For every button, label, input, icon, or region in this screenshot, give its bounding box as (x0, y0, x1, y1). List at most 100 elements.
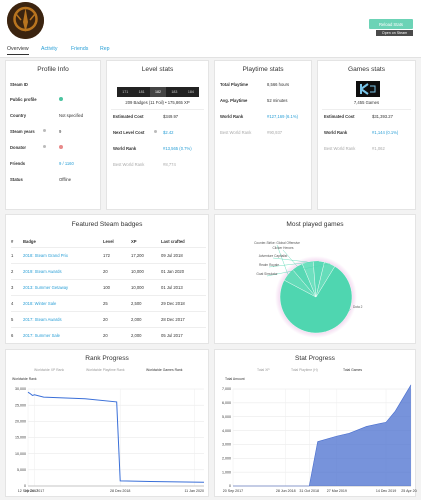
y-tick-label: 2,000 (222, 456, 231, 460)
x-tick-label: 28 Jun 2018 (276, 489, 296, 493)
current-level-item: 182 (149, 87, 167, 97)
cell: 6 (11, 326, 23, 343)
estimated-cost-value: $31,393.27 (372, 114, 393, 119)
cell: 2,500 (131, 294, 161, 311)
cell: 28 Dec 2017 (161, 310, 206, 327)
world-rank-label: World Rank (220, 114, 244, 119)
badge-link[interactable]: 2013: Summer Getaway (23, 278, 103, 295)
games-stats-card: Games stats 7,455 Games Estimated Cost $… (317, 60, 416, 210)
y-tick-label: 3,000 (222, 443, 231, 447)
level-item: 171 (122, 90, 129, 94)
status-value: Offline (59, 177, 72, 182)
best-world-rank-value: #90,937 (267, 130, 283, 135)
next-level-cost-value[interactable]: $2.42 (163, 130, 173, 135)
column-header: Last crafted (161, 238, 185, 244)
best-world-rank-label: Best World Rank (324, 146, 356, 151)
stat-progress-card: Stat Progress Total XP Total Playtime (H… (214, 349, 417, 497)
card-title: Featured Steam badges (71, 221, 143, 228)
x-tick-label: 25 Apr 2020 (401, 489, 417, 493)
best-world-rank-label: Best World Rank (113, 162, 145, 167)
estimated-cost-label: Estimated Cost (324, 114, 355, 119)
y-tick-label: 4,000 (222, 429, 231, 433)
reload-stats-button[interactable]: Reload Stats (369, 19, 413, 29)
badge-link[interactable]: 2017: Steam Awards (23, 310, 103, 327)
cell: 09 Jul 2018 (161, 246, 206, 263)
cell: 01 Jul 2013 (161, 278, 206, 295)
cell: 20 (103, 310, 131, 327)
estimated-cost-label: Estimated Cost (113, 114, 144, 119)
games-logo-icon (356, 81, 380, 97)
world-rank-value[interactable]: #13,565 (0.7%) (163, 146, 192, 151)
playtime-stats-card: Playtime stats Total Playtime 8,566 hour… (214, 60, 312, 210)
steam-id-label: Steam ID (10, 82, 28, 87)
pie-slice-label: Goat Simulator (256, 272, 278, 276)
table-row: 6 2017: Summer Sale 20 2,000 05 Jul 2017 (11, 326, 206, 343)
friends-label: Friends (10, 161, 26, 166)
cell: 2,000 (131, 326, 161, 343)
x-tick-label: 28 Dec 2018 (110, 489, 130, 493)
level-item: 181 (138, 90, 145, 94)
country-label: Country (10, 113, 27, 118)
tab-overview[interactable]: Overview (7, 46, 29, 55)
badge-link[interactable]: 2019: Steam Awards (23, 262, 103, 279)
cell: 01 Jan 2020 (161, 262, 206, 279)
estimated-cost-value: $349.97 (163, 114, 179, 119)
cell: 3 (11, 278, 23, 295)
level-item: 184 (187, 90, 194, 94)
friends-value[interactable]: 9 / 1160 (59, 161, 74, 166)
games-count: 7,455 Games (353, 100, 380, 105)
table-row: 2 2019: Steam Awards 20 10,000 01 Jan 20… (11, 262, 206, 279)
badge-link[interactable]: 2017: Summer Sale (23, 326, 103, 343)
avatar (7, 2, 44, 39)
y-tick-label: 30,000 (15, 387, 26, 391)
world-rank-value[interactable]: #1,144 (0.1%) (372, 130, 398, 135)
steam-years-label: Steam years (10, 129, 35, 134)
divider (322, 109, 411, 110)
badges-xp-line: 209 Badges (11 Foil) • 175,865 XP (125, 100, 190, 105)
games-logo (356, 81, 380, 97)
total-playtime-value: 8,566 hours (267, 82, 290, 87)
quake-logo-icon (7, 2, 44, 39)
series-area (233, 384, 411, 486)
donator-label: Donator (10, 145, 27, 150)
card-title: Playtime stats (242, 66, 284, 73)
badge-link[interactable]: 2018: Winter Sale (23, 294, 103, 311)
table-row: 4 2018: Winter Sale 25 2,500 29 Dec 2018 (11, 294, 206, 311)
y-tick-label: 0 (229, 484, 231, 488)
profile-header (0, 0, 421, 44)
total-playtime-label: Total Playtime (220, 82, 249, 87)
y-tick-label: 0 (24, 484, 26, 488)
tab-activity[interactable]: Activity (41, 46, 57, 52)
most-played-pie-chart: Dota 2 Counter-Strike: Global OffensiveCl… (254, 241, 363, 338)
cell: 5 (11, 310, 23, 327)
badge-link[interactable]: 2018: Steam Grand Prix (23, 246, 103, 263)
x-tick-label: 27 Mar 2019 (327, 489, 347, 493)
rank-progress-card: Rank Progress Worldwide XP Rank Worldwid… (5, 349, 209, 497)
most-played-card: Most played games Dota 2 Counter-Strike: … (214, 214, 416, 344)
y-tick-label: 25,000 (15, 403, 26, 407)
cell: 10,000 (131, 278, 161, 295)
column-header: Badge (23, 238, 36, 244)
world-rank-label: World Rank (324, 130, 348, 135)
cell: 05 Jul 2017 (161, 326, 206, 343)
profile-info-card: Profile Info Steam ID Public profile Cou… (5, 60, 101, 210)
world-rank-value[interactable]: #127,169 (6.1%) (267, 114, 298, 119)
table-row: 3 2013: Summer Getaway 100 10,000 01 Jul… (11, 278, 206, 295)
cell: 1 (11, 246, 23, 263)
avg-playtime-label: Avg. Playtime (220, 98, 248, 103)
stat-area-chart: 0 1,000 2,000 3,000 4,000 5,000 6,000 7,000 20 S… (222, 384, 417, 493)
best-world-rank-value: #8,774 (163, 162, 176, 167)
card-title: Profile Info (37, 66, 69, 73)
open-on-steam-button[interactable]: Open on Steam (376, 30, 413, 36)
y-tick-label: 5,000 (17, 468, 26, 472)
pie-slice-label: Dota 2 (353, 305, 363, 309)
tab-friends[interactable]: Friends (71, 46, 88, 52)
table-row: 5 2017: Steam Awards 20 2,000 28 Dec 201… (11, 310, 206, 327)
x-tick-label: 15 Oct 2017 (25, 489, 45, 493)
rank-line-chart: 05,00010,00015,00020,00025,00030,00012 S… (15, 387, 205, 493)
tab-rep[interactable]: Rep (100, 46, 110, 52)
y-tick-label: 6,000 (222, 401, 231, 405)
y-tick-label: 15,000 (15, 436, 26, 440)
public-profile-label: Public profile (10, 97, 37, 102)
column-header: Level (103, 238, 114, 244)
